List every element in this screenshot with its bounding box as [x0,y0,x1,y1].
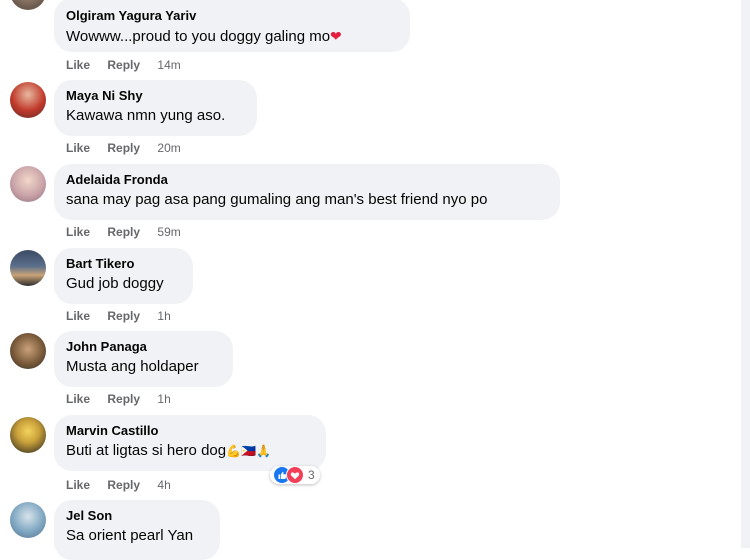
timestamp[interactable]: 4h [157,478,170,492]
like-link[interactable]: Like [66,309,90,323]
like-link[interactable]: Like [66,478,90,492]
right-border [741,0,750,548]
commenter-name[interactable]: Jel Son [66,508,208,524]
comment-bubble: Jel Son Sa orient pearl Yan [54,500,220,560]
like-link[interactable]: Like [66,225,90,239]
love-reaction-icon [286,466,304,484]
comment-actions: Like Reply 1h [66,391,171,407]
comment-actions: Like Reply 4h [66,477,171,493]
heart-emoji-icon: ❤ [330,28,342,44]
reply-link[interactable]: Reply [107,392,140,406]
avatar[interactable] [10,502,46,538]
flexed-biceps-emoji-icon: 💪 [226,444,242,458]
commenter-name[interactable]: Marvin Castillo [66,423,314,439]
comment-text: Gud job doggy [66,275,164,292]
comment-text: Musta ang holdaper [66,358,199,375]
reply-link[interactable]: Reply [107,225,140,239]
philippines-flag-emoji-icon: 🇵🇭 [241,444,256,458]
timestamp[interactable]: 1h [157,309,170,323]
timestamp[interactable]: 20m [157,141,180,155]
timestamp[interactable]: 14m [157,58,180,72]
comment-text: Sa orient pearl Yan [66,527,194,544]
commenter-name[interactable]: Olgiram Yagura Yariv [66,8,398,24]
avatar[interactable] [10,166,46,202]
comment-bubble: Adelaida Fronda sana may pag asa pang gu… [54,164,560,220]
comment-actions: Like Reply 14m [66,57,181,73]
comment-bubble: John Panaga Musta ang holdaper [54,331,233,387]
comment-actions: Like Reply 59m [66,224,181,240]
comment-bubble: Olgiram Yagura Yariv Wowww...proud to yo… [54,0,410,52]
comment-actions: Like Reply 1h [66,308,171,324]
comment-bubble: Marvin Castillo Buti at ligtas si hero d… [54,415,326,471]
comment-text: sana may pag asa pang gumaling ang man's… [66,191,488,208]
like-link[interactable]: Like [66,58,90,72]
like-link[interactable]: Like [66,392,90,406]
comment-text-wrap: Wowww...proud to you doggy galing mo❤ [66,26,398,47]
reaction-count: 3 [308,468,315,482]
comment-text: Kawawa nmn yung aso. [66,107,226,124]
comment-text-wrap: Buti at ligtas si hero dog💪🇵🇭🙏 [66,441,314,461]
comment-actions: Like Reply 20m [66,140,181,156]
avatar[interactable] [10,250,46,286]
comment-text: Wowww...proud to you doggy galing mo [66,28,331,45]
commenter-name[interactable]: Bart Tikero [66,256,181,272]
avatar[interactable] [10,417,46,453]
reply-link[interactable]: Reply [107,58,140,72]
like-link[interactable]: Like [66,141,90,155]
timestamp[interactable]: 59m [157,225,180,239]
commenter-name[interactable]: Adelaida Fronda [66,172,548,188]
comment-bubble: Bart Tikero Gud job doggy [54,248,193,304]
reply-link[interactable]: Reply [107,478,140,492]
comment-text: Buti at ligtas si hero dog [66,442,227,459]
avatar[interactable] [10,82,46,118]
comment-bubble: Maya Ni Shy Kawawa nmn yung aso. [54,80,257,136]
reply-link[interactable]: Reply [107,309,140,323]
commenter-name[interactable]: John Panaga [66,339,221,355]
reply-link[interactable]: Reply [107,141,140,155]
avatar[interactable] [10,0,46,10]
folded-hands-emoji-icon: 🙏 [256,444,271,458]
commenter-name[interactable]: Maya Ni Shy [66,88,245,104]
avatar[interactable] [10,333,46,369]
timestamp[interactable]: 1h [157,392,170,406]
reaction-summary[interactable]: 3 [270,466,320,484]
